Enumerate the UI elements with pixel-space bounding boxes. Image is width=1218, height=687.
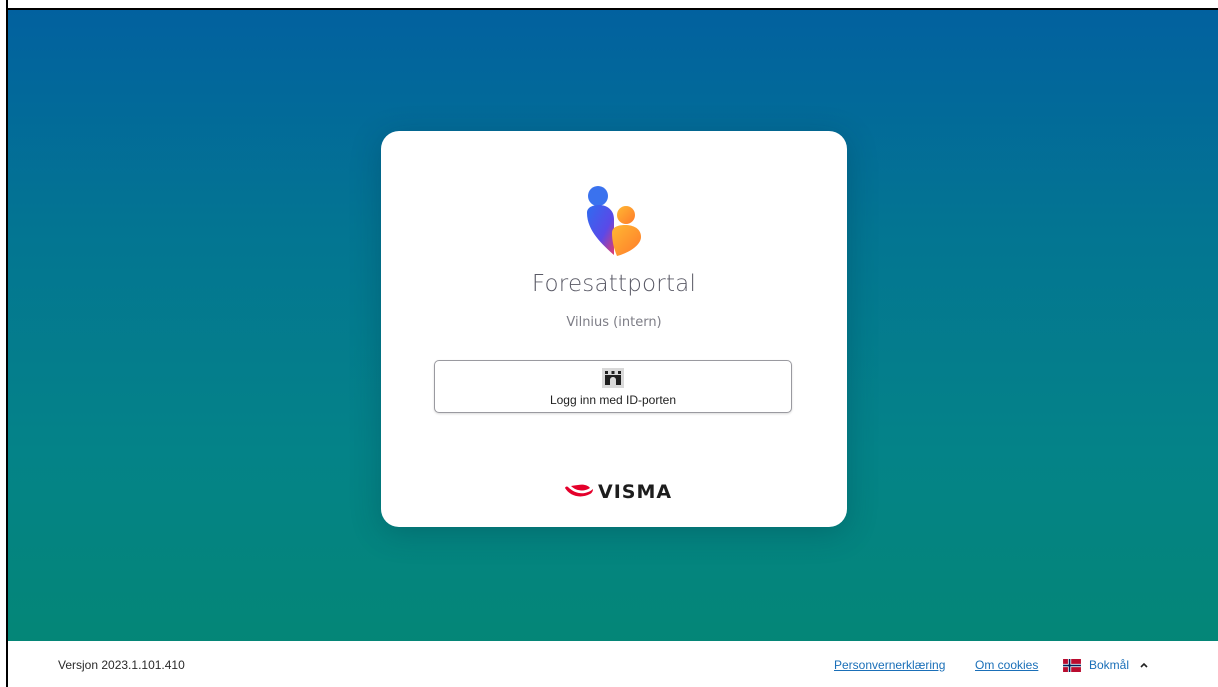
login-card: Foresattportal Vilnius (intern) Logg inn… <box>381 131 847 527</box>
chevron-up-icon <box>1140 662 1148 668</box>
id-porten-login-button[interactable]: Logg inn med ID-porten <box>434 360 792 413</box>
visma-wordmark: VISMA <box>598 481 673 503</box>
privacy-policy-link[interactable]: Personvernerklæring <box>834 658 945 672</box>
id-porten-icon <box>602 368 624 388</box>
foresattportal-logo-icon <box>587 186 641 256</box>
page: Foresattportal Vilnius (intern) Logg inn… <box>0 0 1218 687</box>
version-text: Versjon 2023.1.101.410 <box>58 658 185 672</box>
top-border <box>0 0 1218 10</box>
language-label: Bokmål <box>1089 658 1130 672</box>
app-subtitle: Vilnius (intern) <box>566 315 662 330</box>
language-selector[interactable]: Bokmål <box>1063 655 1149 675</box>
app-title: Foresattportal <box>531 271 697 297</box>
visma-swoosh-icon <box>565 484 593 497</box>
norway-flag-icon <box>1063 658 1081 672</box>
left-border <box>0 0 8 687</box>
visma-logo: VISMA <box>564 481 672 503</box>
cookies-link[interactable]: Om cookies <box>975 658 1038 672</box>
footer: Versjon 2023.1.101.410 Personvernerklæri… <box>8 641 1218 687</box>
login-button-label: Logg inn med ID-porten <box>549 393 677 407</box>
